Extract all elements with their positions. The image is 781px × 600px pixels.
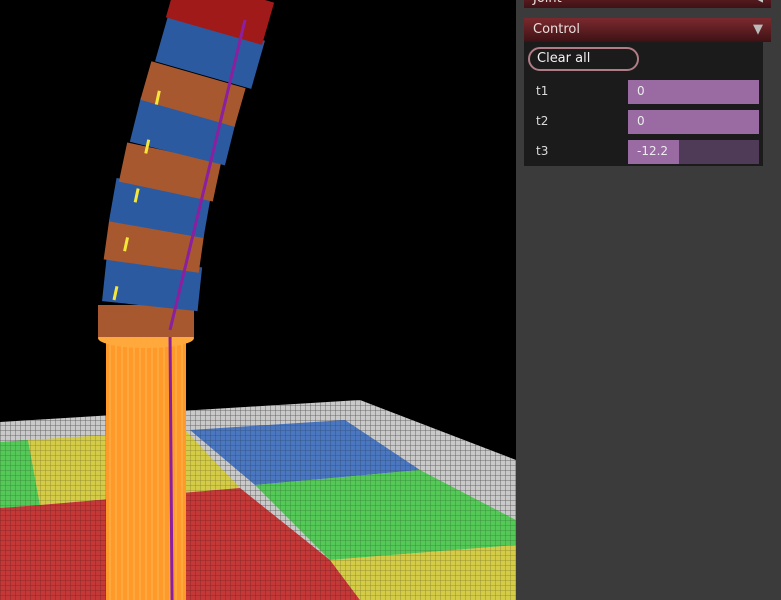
slider-label: t1 [536, 84, 549, 98]
slider-fill [628, 110, 759, 134]
joint-folder-header[interactable]: Joint ◀ [524, 0, 771, 8]
3d-viewport[interactable] [0, 0, 516, 600]
slider-t1[interactable]: 0 [628, 80, 759, 104]
clear-all-button[interactable]: Clear all [528, 47, 639, 71]
folder-title: Control [533, 22, 580, 37]
slider-label: t2 [536, 114, 549, 128]
slider-label: t3 [536, 144, 549, 158]
slider-row-t2: t2 0 [524, 106, 763, 136]
scene-canvas[interactable] [0, 0, 516, 600]
slider-fill [628, 80, 759, 104]
control-folder-body: Clear all t1 0 t2 0 t3 -12.2 [524, 42, 763, 166]
slider-value[interactable]: -12.2 [637, 144, 668, 158]
slider-t3[interactable]: -12.2 [628, 140, 759, 164]
slider-row-t3: t3 -12.2 [524, 136, 763, 166]
collapse-arrow-icon: ◀ [753, 0, 763, 10]
slider-value[interactable]: 0 [637, 84, 645, 98]
robot-arm-segments [98, 0, 275, 337]
slider-row-t1: t1 0 [524, 76, 763, 106]
folder-title: Joint [533, 0, 562, 11]
triangle-down-icon: ▼ [753, 22, 763, 37]
slider-value[interactable]: 0 [637, 114, 645, 128]
control-folder-header[interactable]: Control ▼ [524, 18, 771, 42]
slider-t2[interactable]: 0 [628, 110, 759, 134]
